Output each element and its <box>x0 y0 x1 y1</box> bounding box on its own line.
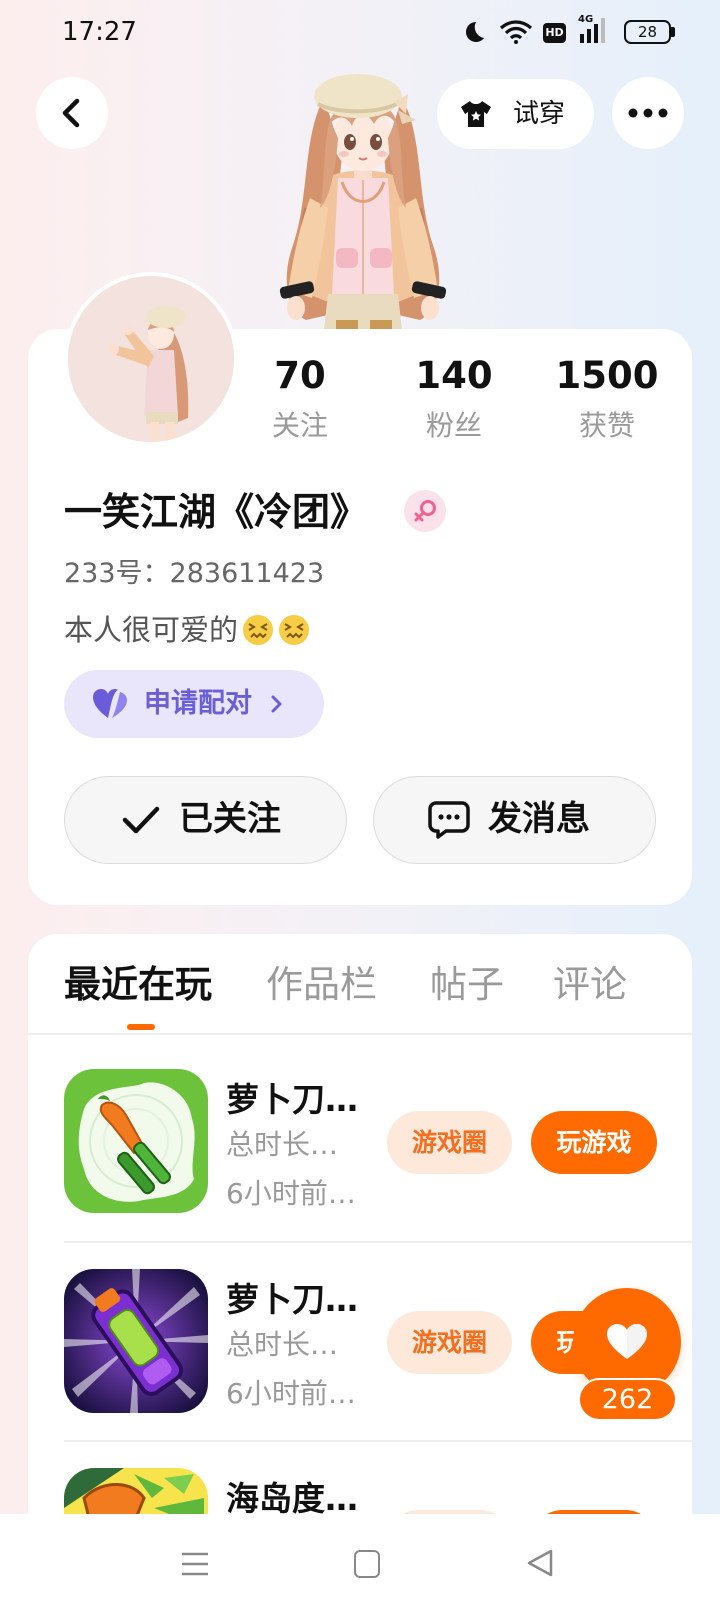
more-button[interactable] <box>612 77 684 149</box>
tabs-divider <box>28 1033 692 1035</box>
tshirt-icon <box>459 99 493 129</box>
stat-followers[interactable]: 140 粉丝 <box>379 354 529 454</box>
stat-following-label: 关注 <box>271 409 328 442</box>
stat-followers-value: 140 <box>415 354 493 397</box>
chevron-left-icon <box>57 95 87 131</box>
chat-bubble-icon <box>428 800 470 840</box>
like-count: 262 <box>578 1378 677 1421</box>
stat-likes-value: 1500 <box>555 354 659 397</box>
game-last-played: 6小时前… <box>226 1177 356 1210</box>
back-triangle-icon[interactable] <box>526 1548 554 1578</box>
system-nav-bar <box>0 1514 720 1612</box>
list-divider <box>64 1440 692 1442</box>
moon-icon <box>462 20 486 44</box>
user-name: 一笑江湖《冷团》 <box>64 490 369 534</box>
pair-request-button[interactable]: 申请配对 <box>64 670 324 738</box>
female-icon <box>404 490 446 532</box>
game-circle-button[interactable]: 游戏圈 <box>387 1311 512 1374</box>
hd-icon: HD <box>543 23 566 43</box>
avatar-character-illustration <box>266 58 460 330</box>
game-title: 萝卜刀… <box>226 1280 358 1319</box>
game-title: 萝卜刀… <box>226 1080 358 1119</box>
back-button[interactable] <box>36 77 108 149</box>
stat-followers-label: 粉丝 <box>425 409 482 442</box>
heart-icon <box>92 688 128 720</box>
stat-likes[interactable]: 1500 获赞 <box>532 354 682 454</box>
message-button[interactable]: 发消息 <box>373 776 656 864</box>
confounded-face-icon <box>278 614 310 646</box>
bio-text: 本人很可爱的 <box>64 613 239 647</box>
message-label: 发消息 <box>488 799 590 839</box>
user-id: 233号：283611423 <box>64 558 325 589</box>
tab-recently-played[interactable]: 最近在玩 <box>64 962 212 1008</box>
menu-icon[interactable] <box>180 1551 210 1577</box>
avatar[interactable] <box>64 272 238 446</box>
tab-comments[interactable]: 评论 <box>553 962 627 1008</box>
battery-nub <box>671 27 675 37</box>
follow-label: 已关注 <box>179 799 281 839</box>
wifi-icon <box>499 20 533 44</box>
game-total-time: 总时长… <box>226 1128 339 1161</box>
tab-works[interactable]: 作品栏 <box>266 962 377 1008</box>
home-square-icon[interactable] <box>354 1550 380 1578</box>
more-dots-icon <box>628 108 668 118</box>
try-on-label: 试穿 <box>513 99 566 129</box>
game-icon-carrot-knife[interactable] <box>64 1069 208 1213</box>
stat-following-value: 70 <box>274 354 326 397</box>
stat-likes-label: 获赞 <box>578 409 635 442</box>
status-time: 17:27 <box>62 17 137 47</box>
check-icon <box>121 803 161 837</box>
follow-button[interactable]: 已关注 <box>64 776 347 864</box>
try-on-button[interactable]: 试穿 <box>437 79 594 149</box>
pair-request-label: 申请配对 <box>144 688 252 719</box>
game-icon-carrot-knife-purple[interactable] <box>64 1269 208 1413</box>
battery-icon: 28 <box>624 20 671 44</box>
game-list-item[interactable]: 萝卜刀… 总时长… 6小时前… 游戏圈 玩游戏 <box>0 1069 720 1219</box>
user-bio: 本人很可爱的 <box>64 610 310 650</box>
game-last-played: 6小时前… <box>226 1377 356 1410</box>
active-tab-indicator <box>127 1024 155 1030</box>
game-total-time: 总时长… <box>226 1328 339 1361</box>
list-divider <box>64 1241 692 1243</box>
play-game-button[interactable]: 玩游戏 <box>531 1111 657 1174</box>
stat-following[interactable]: 70 关注 <box>225 354 375 454</box>
signal-icon: 4G <box>578 14 614 46</box>
heart-icon <box>606 1323 648 1361</box>
tab-posts[interactable]: 帖子 <box>430 962 504 1008</box>
chevron-right-icon <box>268 692 284 716</box>
game-circle-button[interactable]: 游戏圈 <box>387 1111 512 1174</box>
confounded-face-icon <box>242 614 274 646</box>
